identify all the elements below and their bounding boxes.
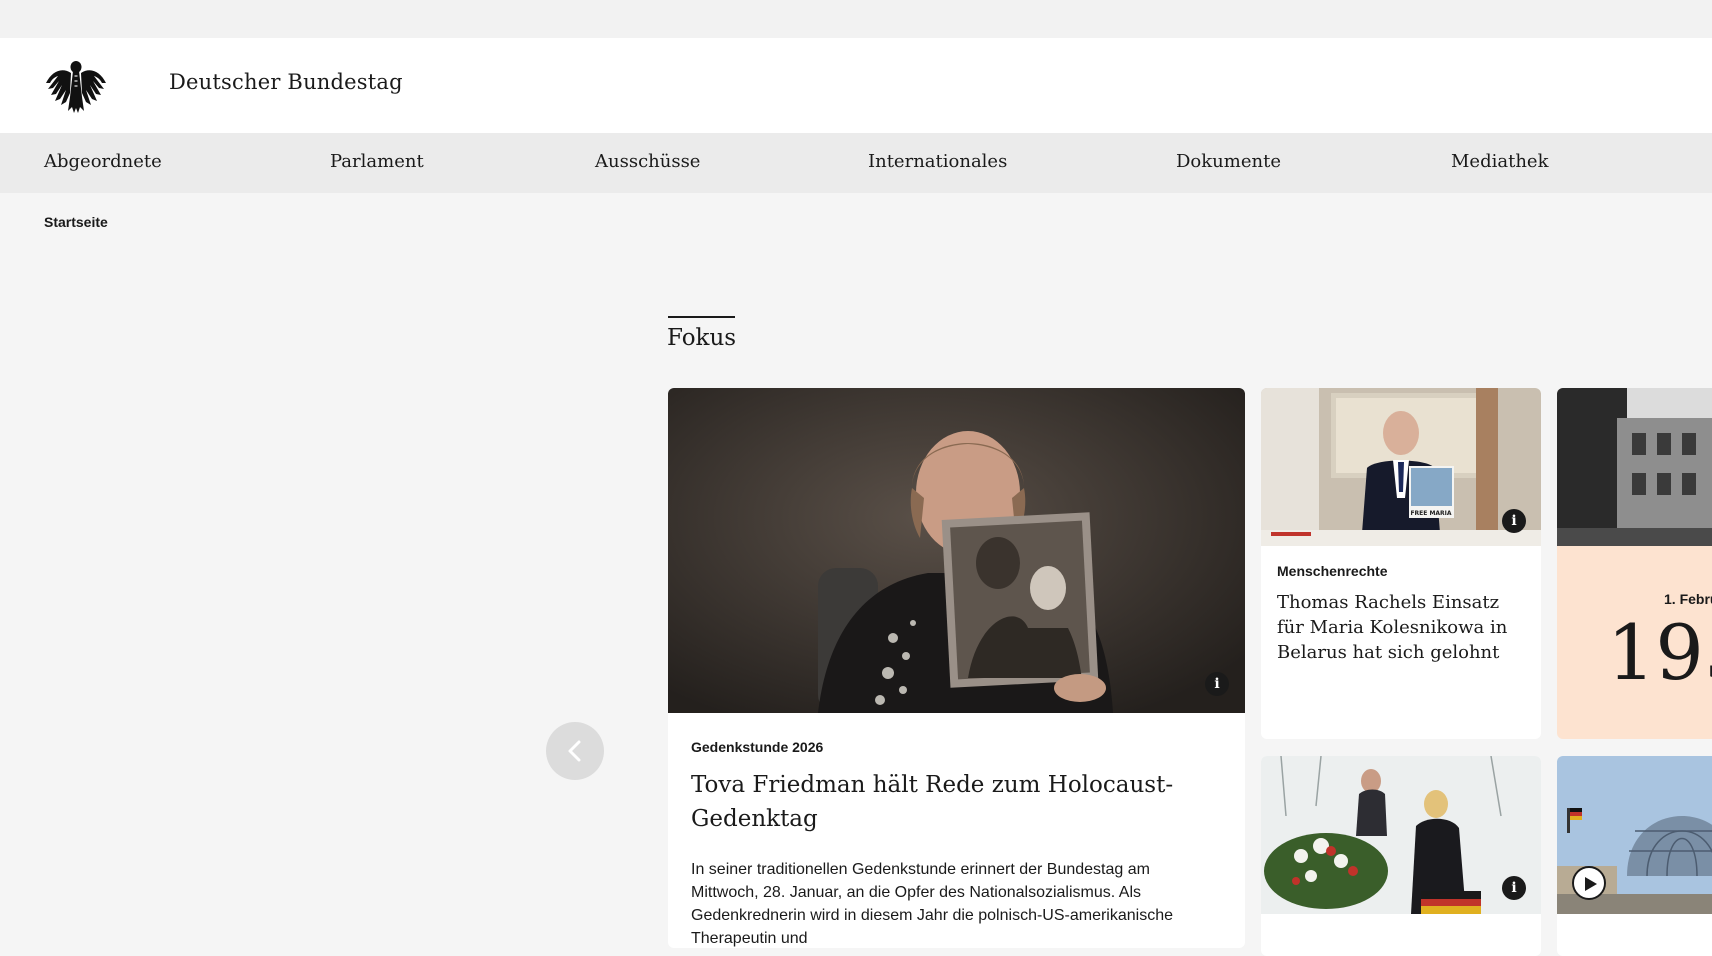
section-title-rule: [668, 316, 735, 318]
portrait-photo-image: [668, 388, 1245, 713]
card-headline[interactable]: Thomas Rachels Einsatz für Maria Kolesni…: [1277, 590, 1527, 665]
main-navigation: Abgeordnete Parlament Ausschüsse Interna…: [0, 133, 1712, 193]
card-kicker: Menschenrechte: [1277, 563, 1388, 579]
carousel-prev-button[interactable]: [546, 722, 604, 780]
focus-card-date[interactable]: 1. Febru 195: [1557, 388, 1712, 739]
chevron-left-icon: [568, 740, 581, 762]
top-strip: [0, 0, 1712, 38]
focus-card-wreath[interactable]: i: [1261, 756, 1541, 956]
nav-item-ausschuesse[interactable]: Ausschüsse: [595, 151, 700, 172]
breadcrumb-home-link[interactable]: Startseite: [44, 214, 108, 230]
date-label: 1. Febru: [1664, 591, 1712, 607]
svg-text:FREE MARIA: FREE MARIA: [1410, 510, 1451, 517]
focus-card-menschenrechte[interactable]: FREE MARIA i Menschenrechte Thomas Rache…: [1261, 388, 1541, 739]
nav-item-mediathek[interactable]: Mediathek: [1451, 151, 1548, 172]
site-header: Deutscher Bundestag: [0, 38, 1712, 133]
nav-item-abgeordnete[interactable]: Abgeordnete: [44, 151, 162, 172]
card-headline[interactable]: Tova Friedman hält Rede zum Holocaust-Ge…: [691, 768, 1191, 836]
section-title: Fokus: [667, 325, 737, 351]
card-teaser-text: In seiner traditionellen Gedenkstunde er…: [691, 861, 1173, 947]
image-info-icon[interactable]: i: [1205, 672, 1229, 696]
image-info-icon[interactable]: i: [1502, 509, 1526, 533]
site-title[interactable]: Deutscher Bundestag: [169, 70, 403, 94]
nav-item-dokumente[interactable]: Dokumente: [1176, 151, 1281, 172]
historic-building-image: [1557, 388, 1712, 546]
wreath-laying-photo-image: [1261, 756, 1541, 914]
focus-card-holocaust[interactable]: i Gedenkstunde 2026 Tova Friedman hält R…: [668, 388, 1245, 948]
play-icon[interactable]: [1572, 866, 1606, 900]
card-kicker: Gedenkstunde 2026: [691, 739, 824, 755]
nav-item-parlament[interactable]: Parlament: [330, 151, 424, 172]
office-photo-image: FREE MARIA: [1261, 388, 1541, 546]
image-info-icon[interactable]: i: [1502, 876, 1526, 900]
federal-eagle-logo-icon[interactable]: [44, 57, 108, 115]
year-display: 195: [1607, 608, 1712, 697]
focus-card-reichstag-video[interactable]: [1557, 756, 1712, 956]
nav-item-internationales[interactable]: Internationales: [868, 151, 1007, 172]
